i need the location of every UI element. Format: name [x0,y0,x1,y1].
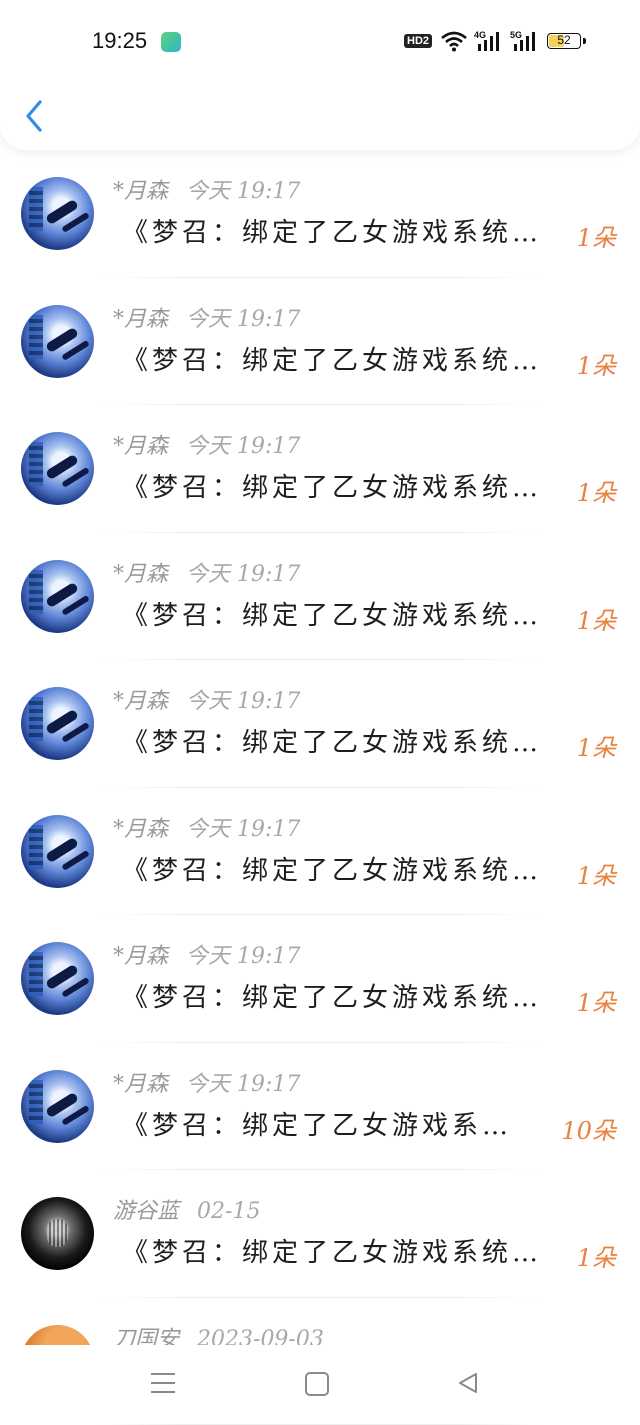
item-time: 今天 19:17 [186,179,300,204]
book-title[interactable]: 《梦召：绑定了乙女游戏系统… [122,722,542,759]
item-time: 今天 19:17 [186,307,300,332]
gift-count: 1朵 [577,983,616,1018]
author-name: *月森 [113,817,168,842]
chevron-left-icon [20,96,54,136]
book-title[interactable]: 《梦召：绑定了乙女游戏系统… [122,850,542,887]
gift-record-list: *月森今天 19:17 《梦召：绑定了乙女游戏系统… 1朵 *月森今天 19:1… [0,150,640,1425]
list-item[interactable]: 游谷蓝 02-15 《梦召：绑定了乙女游戏系统… 1朵 [0,1170,640,1298]
item-time: 今天 19:17 [186,689,300,714]
wifi-icon [440,30,468,52]
list-item[interactable]: *月森今天 19:17 《梦召：绑定了乙女游戏系… 10朵 [0,1043,640,1171]
list-item[interactable]: *月森今天 19:17 《梦召：绑定了乙女游戏系统… 1朵 [0,660,640,788]
author-name: 游谷蓝 [113,1199,179,1224]
list-item[interactable]: *月森今天 19:17 《梦召：绑定了乙女游戏系统… 1朵 [0,150,640,278]
item-meta: *月森今天 19:17 [113,938,300,970]
item-meta: *月森今天 19:17 [113,428,300,460]
book-title[interactable]: 《梦召：绑定了乙女游戏系统… [122,212,542,249]
item-time: 今天 19:17 [186,817,300,842]
item-meta: *月森今天 19:17 [113,556,300,588]
item-meta: *月森今天 19:17 [113,811,300,843]
list-item[interactable]: *月森今天 19:17 《梦召：绑定了乙女游戏系统… 1朵 [0,405,640,533]
battery-icon: 52 [547,33,581,49]
home-square-icon[interactable] [305,1372,329,1396]
gift-count: 1朵 [577,218,616,253]
avatar[interactable] [21,177,94,250]
top-bar: 19:25 HD2 4G 5G 52 [0,0,640,150]
author-name: *月森 [113,689,168,714]
list-item[interactable]: *月森今天 19:17 《梦召：绑定了乙女游戏系统… 1朵 [0,788,640,916]
hd-badge: HD2 [404,34,432,48]
gift-count: 1朵 [577,473,616,508]
item-meta: *月森今天 19:17 [113,173,300,205]
avatar[interactable] [21,687,94,760]
back-button[interactable] [20,96,54,136]
battery-level: 52 [548,33,580,47]
signal-icon-1 [476,30,502,52]
author-name: *月森 [113,562,168,587]
item-meta: *月森今天 19:17 [113,1066,300,1098]
avatar[interactable] [21,305,94,378]
menu-icon[interactable] [151,1373,175,1393]
book-title[interactable]: 《梦召：绑定了乙女游戏系统… [122,467,542,504]
battery-cap [583,38,586,44]
item-time: 今天 19:17 [186,434,300,459]
list-item[interactable]: *月森今天 19:17 《梦召：绑定了乙女游戏系统… 1朵 [0,915,640,1043]
author-name: *月森 [113,434,168,459]
item-time: 今天 19:17 [186,562,300,587]
book-title[interactable]: 《梦召：绑定了乙女游戏系统… [122,1232,542,1269]
app-notification-icon [161,32,181,52]
author-name: *月森 [113,1072,168,1097]
back-triangle-icon[interactable] [456,1371,480,1395]
avatar[interactable] [21,942,94,1015]
gift-count: 1朵 [577,728,616,763]
author-name: *月森 [113,179,168,204]
book-title[interactable]: 《梦召：绑定了乙女游戏系统… [122,340,542,377]
list-item[interactable]: *月森今天 19:17 《梦召：绑定了乙女游戏系统… 1朵 [0,278,640,406]
book-title[interactable]: 《梦召：绑定了乙女游戏系统… [122,595,542,632]
gift-count: 1朵 [577,601,616,636]
gift-count: 10朵 [561,1111,616,1146]
gift-count: 1朵 [577,346,616,381]
avatar[interactable] [21,560,94,633]
status-time: 19:25 [92,28,147,54]
gift-count: 1朵 [577,1238,616,1273]
item-meta: *月森今天 19:17 [113,301,300,333]
avatar[interactable] [21,1197,94,1270]
item-time: 今天 19:17 [186,1072,300,1097]
list-item[interactable]: *月森今天 19:17 《梦召：绑定了乙女游戏系统… 1朵 [0,533,640,661]
item-meta: *月森今天 19:17 [113,683,300,715]
avatar[interactable] [21,1070,94,1143]
item-time: 02-15 [197,1199,260,1224]
signal-icon-2 [512,30,538,52]
book-title[interactable]: 《梦召：绑定了乙女游戏系… [122,1105,542,1142]
gift-count: 1朵 [577,856,616,891]
item-meta: 游谷蓝 02-15 [113,1193,260,1225]
item-time: 今天 19:17 [186,944,300,969]
navigation-bar [0,1345,640,1423]
avatar[interactable] [21,815,94,888]
avatar[interactable] [21,432,94,505]
author-name: *月森 [113,307,168,332]
book-title[interactable]: 《梦召：绑定了乙女游戏系统… [122,977,542,1014]
author-name: *月森 [113,944,168,969]
